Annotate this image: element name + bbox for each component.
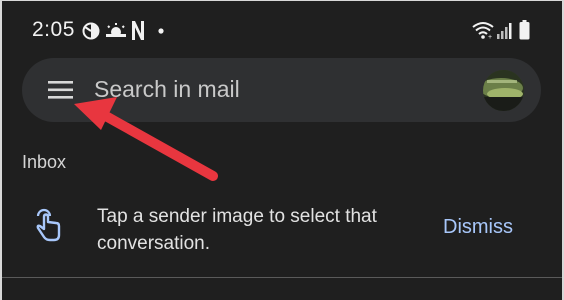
search-bar[interactable]: Search in mail [22, 58, 541, 122]
touch-hand-icon [32, 207, 62, 243]
account-avatar[interactable] [483, 70, 524, 111]
hamburger-menu-icon[interactable] [38, 72, 78, 108]
netflix-icon [132, 21, 144, 40]
battery-icon [519, 20, 530, 40]
weather-icon [104, 23, 128, 39]
status-time: 2:05 [32, 18, 75, 41]
wifi-icon: + [472, 22, 494, 39]
tip-text: Tap a sender image to select that conver… [97, 206, 377, 254]
status-bar: 2:05 + [0, 0, 564, 60]
search-input[interactable]: Search in mail [94, 76, 240, 103]
svg-text:+: + [488, 34, 492, 39]
data-saver-icon [82, 22, 100, 40]
divider [0, 277, 564, 278]
signal-icon [497, 23, 512, 39]
mailbox-label: Inbox [22, 152, 67, 172]
dot-icon [158, 28, 164, 34]
tip-banner: Tap a sender image to select that conver… [0, 195, 564, 265]
dismiss-button[interactable]: Dismiss [443, 216, 513, 239]
